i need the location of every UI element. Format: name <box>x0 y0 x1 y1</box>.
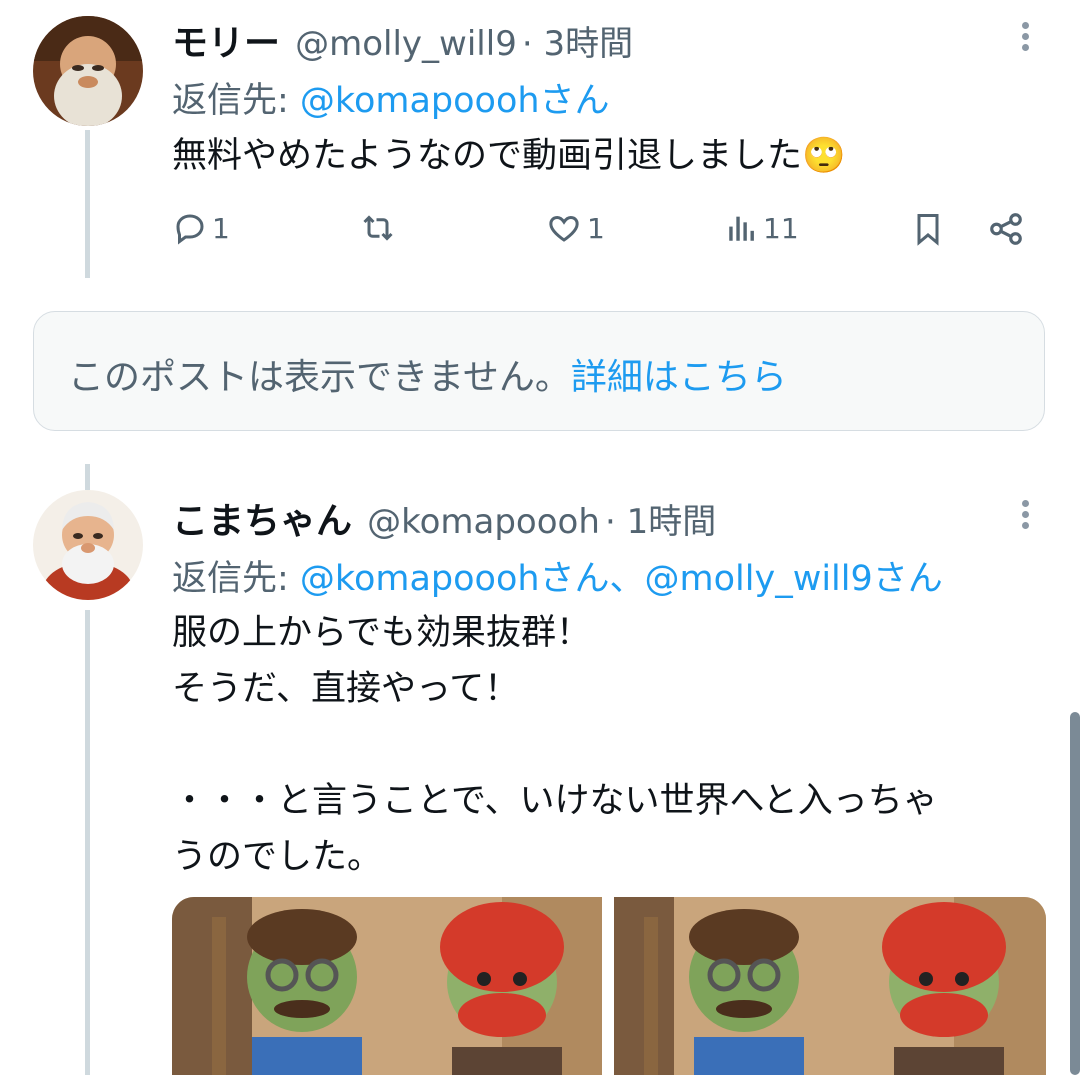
reply-to-prefix: 返信先: <box>172 81 300 121</box>
media-image-1[interactable] <box>172 897 602 1075</box>
thread-line-upper <box>85 464 90 490</box>
like-count: 1 <box>587 211 605 245</box>
more-icon[interactable] <box>1015 18 1035 55</box>
reply-to-line: 返信先: @komapooohさん、@molly_will9さん <box>172 550 943 601</box>
reply-to-link[interactable]: @komapooohさん <box>300 81 610 121</box>
notice-text: このポストは表示できません。 <box>68 357 571 398</box>
tweet1-text: 無料やめたようなので動画引退しました🙄 <box>172 136 846 176</box>
reply-to-prefix: 返信先: <box>172 559 300 599</box>
reply-icon <box>176 214 204 245</box>
repost-icon <box>363 215 393 241</box>
like-icon <box>549 215 579 242</box>
reply-to-link[interactable]: @komapooohさん、@molly_will9さん <box>300 559 943 599</box>
unavailable-post-notice: このポストは表示できません。詳細はこちら <box>33 311 1045 431</box>
scrollbar-thumb[interactable] <box>1070 712 1080 1075</box>
like-button[interactable]: 1 <box>545 210 605 246</box>
timestamp[interactable]: · 3時間 <box>522 24 633 64</box>
avatar-komachan[interactable] <box>33 490 143 600</box>
bookmark-button[interactable] <box>910 210 946 248</box>
views-button[interactable]: 11 <box>725 210 799 246</box>
timestamp[interactable]: · 1時間 <box>605 502 716 542</box>
share-icon <box>990 213 1022 245</box>
views-icon <box>729 216 754 241</box>
handle[interactable]: @komapoooh <box>367 502 600 542</box>
reply-to-line: 返信先: @komapooohさん <box>172 72 610 123</box>
reply-button[interactable]: 1 <box>172 210 230 246</box>
views-count: 11 <box>763 211 799 245</box>
handle[interactable]: @molly_will9 <box>295 24 517 64</box>
learn-more-link[interactable]: 詳細はこちら <box>571 357 787 398</box>
share-button[interactable] <box>987 210 1025 248</box>
tweet2-text: 服の上からでも効果抜群！ そうだ、直接やって！ ・・・と言うことで、いけない世界… <box>172 613 938 877</box>
bookmark-icon <box>917 214 939 246</box>
display-name[interactable]: こまちゃん <box>172 501 352 542</box>
thread-line-lower <box>85 610 90 1075</box>
more-icon[interactable] <box>1015 496 1035 533</box>
reply-count: 1 <box>212 211 230 245</box>
notice-text-line: このポストは表示できません。詳細はこちら <box>68 348 787 400</box>
display-name[interactable]: モリー <box>172 23 280 64</box>
tweet1-header: モリー @molly_will9 · 3時間 <box>172 14 633 66</box>
tweet2-header: こまちゃん @komapoooh · 1時間 <box>172 492 716 544</box>
repost-button[interactable] <box>358 210 398 246</box>
thread-line-top <box>85 130 90 278</box>
avatar-molly[interactable] <box>33 16 143 126</box>
media-image-2[interactable] <box>614 897 1046 1075</box>
